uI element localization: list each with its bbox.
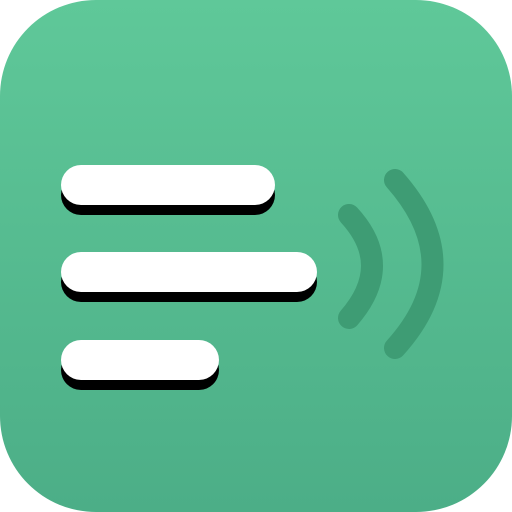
text-line-3: [61, 340, 219, 380]
app-icon: [0, 0, 512, 512]
text-line-2: [61, 252, 317, 292]
text-line-1: [61, 165, 275, 205]
